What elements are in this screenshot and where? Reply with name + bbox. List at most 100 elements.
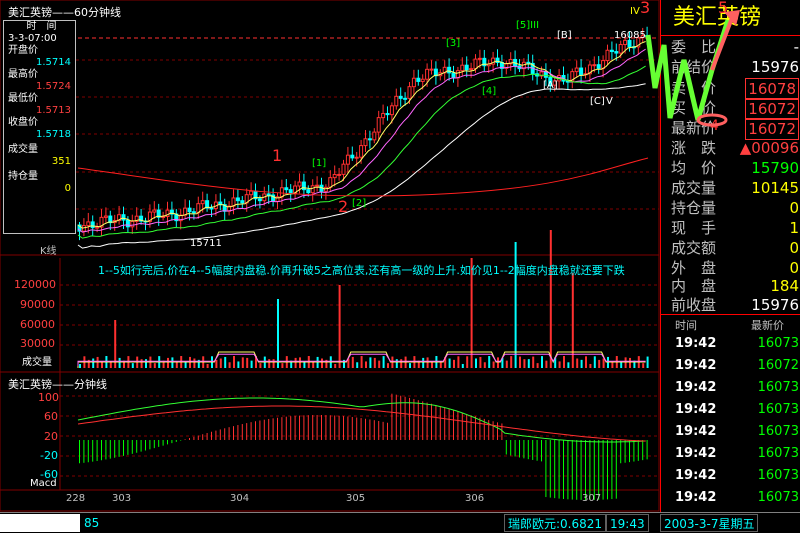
volume-bar — [140, 359, 143, 368]
quote-value: 16072 — [745, 118, 799, 140]
candle-body — [592, 64, 597, 67]
volume-bar — [360, 356, 363, 368]
tick-price: 16073 — [757, 402, 799, 417]
kline-chart[interactable] — [0, 0, 660, 512]
quote-value: 10145 — [751, 179, 799, 197]
volume-bar — [510, 356, 513, 368]
volume-bar — [277, 299, 279, 368]
volume-bar — [585, 356, 587, 368]
tick-time: 19:42 — [675, 490, 717, 505]
open-label: 开盘价 — [8, 45, 38, 56]
candle-body — [596, 64, 601, 69]
tick-price: 16073 — [757, 424, 799, 439]
status-bar: 85 瑞郎欧元:0.6821 19:43 2003-3-7星期五 — [0, 512, 800, 532]
volume-bar — [549, 230, 552, 368]
volume-bar — [268, 359, 271, 368]
volume-bar — [545, 360, 548, 368]
chart-area[interactable]: 美汇英镑——60分钟线 K线 1--5如行完后,价在4--5幅度内盘稳.价再升破… — [0, 0, 660, 532]
candle-body — [240, 200, 245, 204]
candle-body — [579, 67, 584, 76]
status-left-value: 85 — [84, 516, 100, 530]
candle-body — [367, 138, 372, 141]
candle-body — [381, 113, 386, 119]
macd-axis-neg60: -60 — [40, 468, 58, 481]
candle-body — [574, 67, 579, 73]
volume-bar — [101, 362, 103, 368]
candle-body — [403, 97, 408, 100]
candle-body — [354, 156, 359, 159]
x-axis-label: 305 — [346, 493, 366, 504]
candle-body — [363, 138, 368, 147]
quote-label: 前结价 — [671, 58, 717, 76]
macd-axis-20: 20 — [44, 430, 58, 443]
volume-bar — [505, 360, 508, 368]
quote-value: 0 — [789, 199, 799, 217]
oi-label-info: 持仓量 — [8, 171, 38, 182]
x-axis-label: 307 — [582, 493, 602, 504]
candle-body — [407, 86, 412, 99]
volume-bar — [387, 363, 389, 368]
volume-bar — [422, 357, 425, 368]
x-axis-label: 303 — [112, 493, 132, 504]
macd-axis-60: 60 — [44, 410, 58, 423]
quote-value: 15790 — [751, 159, 799, 177]
quote-row-outer: 外 盘 0 — [661, 258, 800, 278]
status-left-box[interactable] — [0, 514, 80, 532]
candle-body — [605, 49, 610, 62]
candle-body — [341, 163, 346, 175]
volume-bar — [334, 363, 337, 368]
candle-body — [235, 197, 240, 202]
volume-bar — [426, 357, 429, 368]
volume-bar — [488, 356, 491, 368]
quote-row-change: 涨 跌 ▲00096 — [661, 138, 800, 158]
moving-average-line — [77, 83, 646, 249]
chart-title: 美汇英镑——60分钟线 — [8, 6, 121, 19]
vol-axis-90000: 90000 — [20, 298, 55, 311]
kline-label: K线 — [40, 246, 57, 257]
quote-row-turnover: 成交额 0 — [661, 238, 800, 258]
tick-price: 16073 — [757, 446, 799, 461]
volume-bar — [356, 362, 359, 368]
quote-value: 184 — [770, 277, 799, 295]
volume-bar — [475, 358, 477, 368]
wave-label-sub1: [1] — [312, 158, 327, 169]
quote-row-ask: 卖 价 16078 — [661, 78, 800, 100]
volume-bar — [246, 357, 249, 368]
tick-time: 19:42 — [675, 468, 717, 483]
wave-label-V: V — [606, 96, 613, 107]
candle-body — [614, 51, 619, 54]
macd-axis-100: 100 — [38, 391, 59, 404]
candle-body — [288, 189, 293, 194]
volume-bar — [567, 362, 570, 368]
quote-row-prev-close: 前收盘 15976 — [661, 295, 800, 315]
tick-header-price: 最新价 — [751, 319, 784, 332]
info-box: 时 间 3-3-07:00 开盘价 1.5714 最高价 1.5724 最低价 … — [3, 20, 76, 234]
candle-body — [279, 187, 284, 198]
quote-label: 现 手 — [671, 219, 717, 237]
tick-price: 16073 — [757, 490, 799, 505]
volume-label: 成交量 — [22, 357, 52, 368]
quote-row-lot: 现 手 1 — [661, 218, 800, 238]
candle-body — [310, 185, 315, 194]
quote-label: 均 价 — [671, 159, 717, 177]
volume-bar — [483, 362, 486, 368]
quote-label: 卖 价 — [671, 79, 717, 97]
tick-row: 19:42 16073 — [661, 377, 800, 399]
quote-value: 1 — [789, 219, 799, 237]
candle-body — [103, 215, 108, 218]
volume-bar — [145, 359, 147, 368]
tick-price: 16072 — [757, 358, 799, 373]
tick-row: 19:42 16073 — [661, 399, 800, 421]
candle-body — [451, 72, 456, 79]
volume-bar — [523, 359, 526, 368]
candle-body — [90, 221, 95, 229]
volume-bar — [409, 363, 411, 368]
tick-row: 19:42 16073 — [661, 487, 800, 509]
candle-body — [398, 95, 403, 99]
volume-bar — [541, 356, 543, 368]
volume-bar — [299, 357, 301, 368]
candle-body — [376, 117, 381, 133]
tick-time: 19:42 — [675, 446, 717, 461]
volume-bar — [118, 357, 121, 368]
candle-body — [332, 173, 337, 179]
